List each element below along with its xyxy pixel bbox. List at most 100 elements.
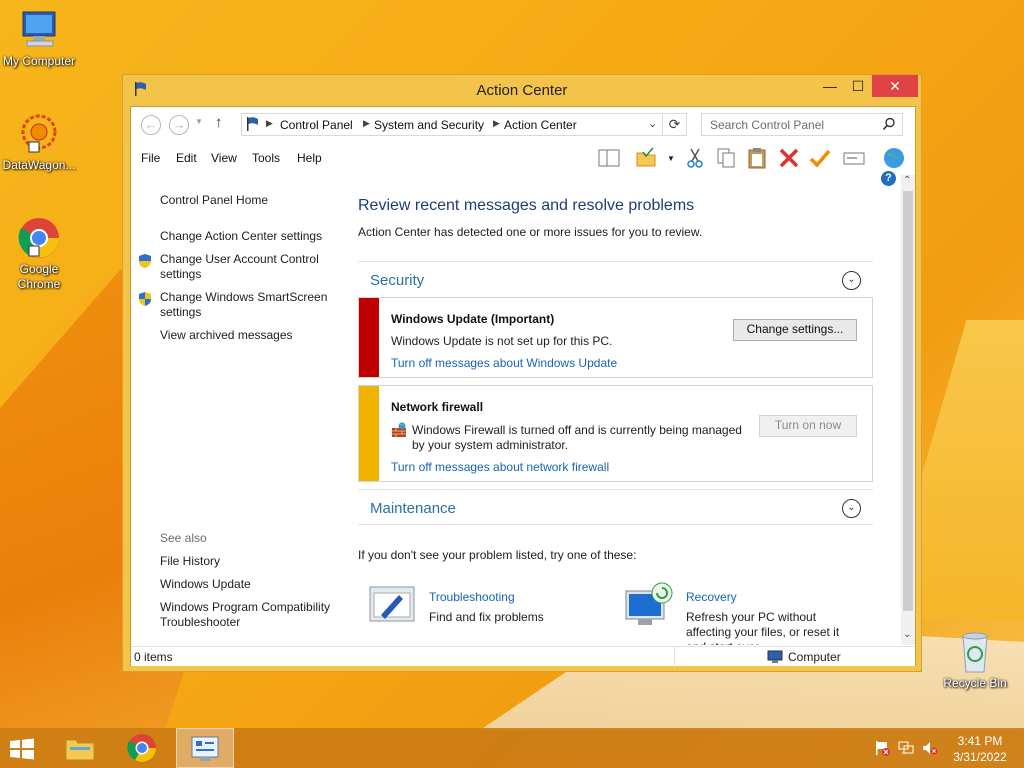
vertical-scrollbar[interactable]: ⌃ ⌄ bbox=[901, 175, 915, 645]
scrollbar-thumb[interactable] bbox=[903, 191, 913, 611]
breadcrumb-separator-icon[interactable]: ▶ bbox=[493, 118, 500, 129]
computer-icon bbox=[15, 8, 63, 52]
breadcrumb-separator-icon[interactable]: ▶ bbox=[363, 118, 370, 129]
turn-off-update-messages-link[interactable]: Turn off messages about Windows Update bbox=[391, 356, 617, 370]
chevron-down-icon[interactable]: ⌄ bbox=[842, 499, 861, 518]
computer-icon bbox=[767, 650, 783, 667]
windows-update-message: Windows Update (Important) Windows Updat… bbox=[358, 297, 873, 378]
delete-icon[interactable] bbox=[777, 146, 801, 170]
troubleshooting-block: Troubleshooting Find and fix problems bbox=[429, 590, 544, 625]
control-panel-flag-icon bbox=[245, 116, 261, 135]
minimize-button[interactable]: — bbox=[816, 75, 844, 97]
desktop-icon-label: Recycle Bin bbox=[943, 676, 1007, 690]
address-bar[interactable]: ▶ Control Panel ▶ System and Security ▶ … bbox=[241, 113, 663, 136]
menu-bar: File Edit View Tools Help ▼ ? bbox=[131, 143, 915, 186]
cut-icon[interactable] bbox=[683, 146, 707, 170]
troubleshooting-description: Find and fix problems bbox=[429, 610, 544, 624]
uac-shield-icon bbox=[138, 291, 152, 307]
scroll-up-icon[interactable]: ⌃ bbox=[903, 175, 911, 186]
up-arrow-icon[interactable]: ↑ bbox=[215, 114, 223, 131]
recovery-link[interactable]: Recovery bbox=[686, 590, 841, 605]
internet-globe-icon[interactable] bbox=[882, 146, 906, 170]
properties-check-icon[interactable] bbox=[808, 146, 832, 170]
menu-file[interactable]: File bbox=[141, 151, 160, 165]
search-input[interactable]: Search Control Panel bbox=[701, 113, 903, 136]
change-smartscreen-settings-link[interactable]: Change Windows SmartScreen settings bbox=[160, 290, 335, 320]
desktop-icon-label: Google Chrome bbox=[17, 262, 61, 291]
desktop-icon-label: DataWagon... bbox=[2, 158, 76, 172]
message-title: Network firewall bbox=[391, 400, 484, 414]
location-label: Computer bbox=[788, 650, 841, 664]
action-center-flag-icon[interactable] bbox=[874, 740, 890, 756]
scroll-down-icon[interactable]: ⌄ bbox=[903, 629, 911, 640]
network-icon[interactable] bbox=[898, 740, 914, 756]
troubleshooting-link[interactable]: Troubleshooting bbox=[429, 590, 544, 605]
folder-options-icon[interactable] bbox=[635, 146, 659, 170]
item-count: 0 items bbox=[134, 650, 173, 664]
copy-icon[interactable] bbox=[714, 146, 738, 170]
security-section-header[interactable]: Security ⌄ bbox=[358, 261, 873, 295]
desktop-icon-recycle-bin[interactable]: Recycle Bin bbox=[936, 630, 1014, 691]
desktop-icon-my-computer[interactable]: My Computer bbox=[0, 8, 78, 69]
recent-pages-dropdown-icon[interactable]: ▼ bbox=[195, 117, 203, 126]
search-icon bbox=[882, 117, 896, 134]
action-center-window: Action Center — ☐ ✕ ← → ▼ ↑ ▶ Control Pa… bbox=[122, 74, 922, 672]
rename-icon[interactable] bbox=[842, 146, 866, 170]
close-button[interactable]: ✕ bbox=[872, 75, 918, 97]
menu-edit[interactable]: Edit bbox=[176, 151, 197, 165]
desktop-icon-google-chrome[interactable]: Google Chrome bbox=[0, 216, 78, 292]
chevron-down-icon[interactable]: ⌄ bbox=[842, 271, 861, 290]
control-panel-icon bbox=[190, 735, 220, 766]
maintenance-section-header[interactable]: Maintenance ⌄ bbox=[358, 489, 873, 523]
severity-bar-warning bbox=[359, 386, 379, 481]
menu-help[interactable]: Help bbox=[297, 151, 322, 165]
breadcrumb-action-center[interactable]: Action Center bbox=[504, 118, 577, 132]
volume-muted-icon[interactable] bbox=[922, 740, 938, 756]
windows-update-link[interactable]: Windows Update bbox=[160, 577, 251, 592]
view-archived-messages-link[interactable]: View archived messages bbox=[160, 328, 293, 343]
message-title: Windows Update (Important) bbox=[391, 312, 555, 326]
chevron-down-icon[interactable]: ⌄ bbox=[648, 117, 657, 130]
preview-pane-icon[interactable] bbox=[597, 146, 621, 170]
taskbar-control-panel[interactable] bbox=[176, 728, 234, 768]
page-title: Review recent messages and resolve probl… bbox=[358, 197, 695, 214]
forward-button[interactable]: → bbox=[169, 115, 189, 135]
taskbar-chrome[interactable] bbox=[114, 728, 172, 768]
breadcrumb-system-security[interactable]: System and Security bbox=[374, 118, 484, 132]
recovery-icon[interactable] bbox=[624, 581, 674, 630]
menu-tools[interactable]: Tools bbox=[252, 151, 280, 165]
turn-off-firewall-messages-link[interactable]: Turn off messages about network firewall bbox=[391, 460, 609, 474]
recovery-description: Refresh your PC without affecting your f… bbox=[686, 610, 840, 645]
title-bar[interactable]: Action Center — ☐ ✕ bbox=[123, 75, 921, 105]
firewall-icon bbox=[391, 422, 407, 441]
file-history-link[interactable]: File History bbox=[160, 554, 220, 569]
menu-view[interactable]: View bbox=[211, 151, 237, 165]
divider bbox=[358, 524, 873, 525]
desktop-icon-datawagon[interactable]: DataWagon... bbox=[0, 112, 78, 173]
system-clock[interactable]: 3:41 PM 3/31/2022 bbox=[950, 733, 1010, 765]
chrome-icon bbox=[127, 733, 157, 766]
troubleshooting-icon[interactable] bbox=[369, 585, 417, 628]
change-uac-settings-link[interactable]: Change User Account Control settings bbox=[160, 252, 335, 282]
chrome-icon bbox=[15, 216, 63, 260]
main-content-pane: Review recent messages and resolve probl… bbox=[341, 175, 901, 645]
paste-icon[interactable] bbox=[745, 146, 769, 170]
dropdown-arrow-icon[interactable]: ▼ bbox=[667, 154, 675, 163]
start-button[interactable] bbox=[8, 737, 36, 764]
taskbar-file-explorer[interactable] bbox=[52, 728, 110, 768]
maintenance-label: Maintenance bbox=[370, 500, 456, 517]
message-text: Windows Firewall is turned off and is cu… bbox=[412, 423, 742, 452]
window-title: Action Center bbox=[476, 82, 568, 99]
refresh-button[interactable]: ⟳ bbox=[663, 113, 687, 136]
clock-time: 3:41 PM bbox=[957, 734, 1003, 748]
suggestion-text: If you don't see your problem listed, tr… bbox=[358, 548, 637, 562]
maximize-button[interactable]: ☐ bbox=[844, 75, 872, 97]
change-action-center-settings-link[interactable]: Change Action Center settings bbox=[160, 229, 322, 244]
back-button[interactable]: ← bbox=[141, 115, 161, 135]
program-compatibility-link[interactable]: Windows Program Compatibility Troublesho… bbox=[160, 600, 335, 630]
change-settings-button[interactable]: Change settings... bbox=[733, 319, 857, 341]
control-panel-home-link[interactable]: Control Panel Home bbox=[160, 193, 268, 208]
turn-on-now-button[interactable]: Turn on now bbox=[759, 415, 857, 437]
page-subtitle: Action Center has detected one or more i… bbox=[358, 225, 703, 239]
breadcrumb-control-panel[interactable]: Control Panel bbox=[280, 118, 353, 132]
